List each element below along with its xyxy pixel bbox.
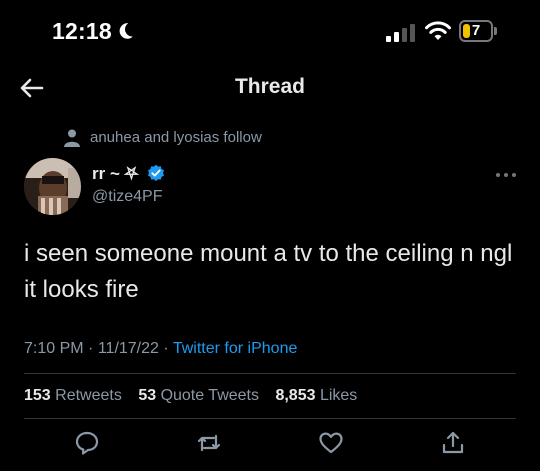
divider xyxy=(24,373,516,374)
wifi-icon xyxy=(425,21,451,40)
retweets-label: Retweets xyxy=(55,387,122,404)
social-context-text: anuhea and lyosias follow xyxy=(90,129,262,146)
display-name-row[interactable]: rr ~ ⛧ xyxy=(92,164,165,186)
thread-header: Thread xyxy=(0,62,540,114)
like-icon[interactable] xyxy=(318,430,344,456)
tweet-stats: 153 Retweets 53 Quote Tweets 8,853 Likes xyxy=(24,387,369,405)
verified-badge-icon xyxy=(147,164,164,182)
status-bar: 12:18 7 xyxy=(0,0,540,62)
moon-icon xyxy=(119,23,133,39)
quotes-label: Quote Tweets xyxy=(160,387,259,404)
share-icon[interactable] xyxy=(440,430,466,456)
battery-icon: 7 xyxy=(459,20,497,42)
meta-separator: · xyxy=(88,340,94,357)
quotes-stat[interactable]: 53 Quote Tweets xyxy=(138,387,259,404)
retweets-stat[interactable]: 153 Retweets xyxy=(24,387,122,404)
quotes-count: 53 xyxy=(138,387,157,404)
battery-level: 7 xyxy=(471,22,481,39)
more-options-icon[interactable] xyxy=(494,168,518,182)
likes-label: Likes xyxy=(319,387,358,404)
retweet-icon[interactable] xyxy=(196,430,222,456)
meta-separator: · xyxy=(163,340,169,357)
likes-stat[interactable]: 8,853 Likes xyxy=(275,387,357,404)
cellular-signal-icon xyxy=(386,24,415,42)
tweet-meta: 7:10 PM · 11/17/22 · Twitter for iPhone xyxy=(24,340,297,358)
user-handle[interactable]: @tize4PF xyxy=(92,188,162,206)
divider xyxy=(24,418,516,419)
status-time: 12:18 xyxy=(52,18,112,44)
tweet-actions xyxy=(0,430,540,458)
retweets-count: 153 xyxy=(24,387,51,404)
avatar[interactable] xyxy=(24,158,81,215)
tweet-date: 11/17/22 xyxy=(97,340,159,357)
tweet-source-link[interactable]: Twitter for iPhone xyxy=(173,340,298,357)
tweet-text: i seen someone mount a tv to the ceiling… xyxy=(24,240,513,303)
display-name: rr ~ ⛧ xyxy=(92,164,139,183)
tweet-time: 7:10 PM xyxy=(24,340,84,357)
page-title: Thread xyxy=(234,75,305,98)
avatar-image xyxy=(24,158,81,215)
person-icon xyxy=(64,129,80,147)
likes-count: 8,853 xyxy=(275,387,316,404)
reply-icon[interactable] xyxy=(74,430,100,456)
